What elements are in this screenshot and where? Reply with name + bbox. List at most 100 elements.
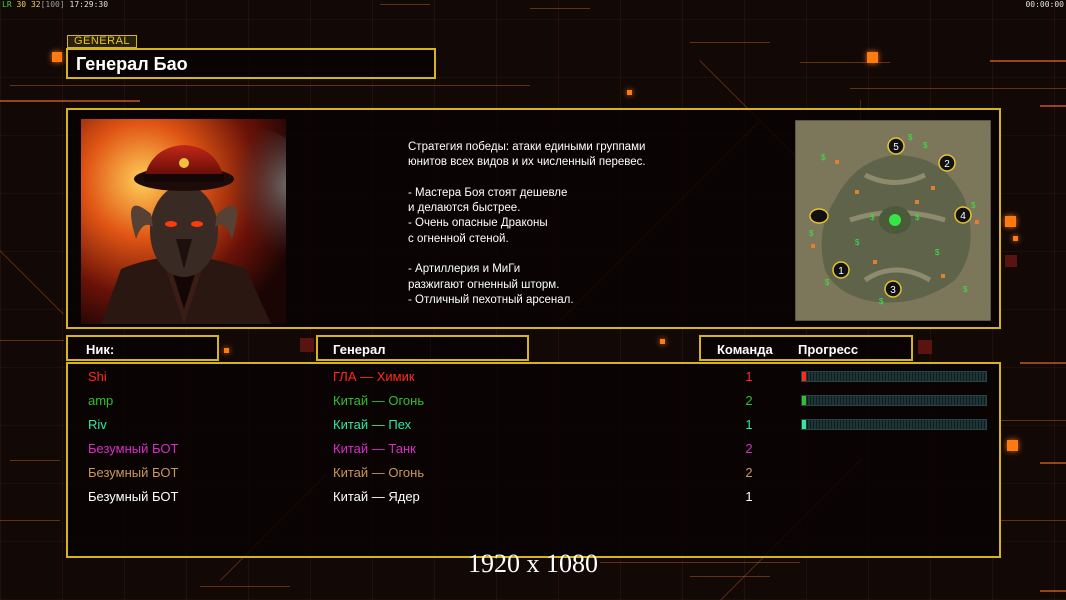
column-header-general-label: Генерал — [333, 342, 386, 357]
player-nick: Безумный БОТ — [88, 489, 179, 504]
deco-line — [1040, 462, 1066, 464]
player-nick: Безумный БОТ — [88, 465, 179, 480]
deco-square — [1005, 255, 1017, 267]
svg-text:$: $ — [923, 141, 928, 150]
player-progress-fill — [802, 396, 806, 405]
svg-text:$: $ — [908, 133, 913, 142]
hud-fps-secondary: 32 — [30, 0, 41, 9]
deco-line — [1040, 590, 1066, 592]
player-nick: Riv — [88, 417, 107, 432]
player-progress-bar — [801, 371, 987, 382]
player-nick: amp — [88, 393, 114, 408]
deco-square — [52, 52, 62, 62]
general-tag: GENERAL — [67, 35, 137, 48]
deco-square — [627, 90, 632, 95]
deco-line — [200, 586, 290, 587]
player-row: Безумный БОТ Китай — Танк 2 — [68, 439, 999, 463]
deco-line — [10, 85, 530, 86]
deco-line — [380, 4, 430, 5]
deco-square — [1013, 236, 1018, 241]
deco-line — [0, 340, 64, 341]
player-team: 1 — [745, 489, 753, 504]
minimap: 5 2 4 1 3 $ $ $ $ $ $ $ $ $ $ $ $ — [795, 120, 991, 321]
player-general: Китай — Огонь — [333, 393, 425, 408]
start-position-5: 5 — [887, 137, 905, 155]
deco-square — [867, 52, 878, 63]
player-team: 2 — [745, 465, 753, 480]
deco-square — [300, 338, 314, 352]
player-team: 1 — [745, 417, 753, 432]
player-team: 1 — [745, 369, 753, 384]
column-header-general: Генерал — [316, 335, 529, 361]
svg-text:5: 5 — [893, 142, 899, 153]
deco-square — [1007, 440, 1018, 451]
player-nick: Shi — [88, 369, 107, 384]
general-name: Генерал Бао — [76, 54, 188, 74]
svg-text:$: $ — [915, 213, 920, 222]
minimap-image: 5 2 4 1 3 $ $ $ $$ $ $$$ $$$ — [795, 120, 991, 321]
svg-text:3: 3 — [890, 285, 896, 296]
start-position-3: 3 — [884, 280, 902, 298]
deco-line — [1020, 362, 1066, 364]
svg-text:$: $ — [935, 248, 940, 257]
player-team: 2 — [745, 441, 753, 456]
general-title-box: Генерал Бао — [66, 48, 436, 79]
player-progress-bar — [801, 395, 987, 406]
svg-text:$: $ — [821, 153, 826, 162]
player-row: Безумный БОТ Китай — Ядер 1 — [68, 487, 999, 511]
player-progress-bar — [801, 419, 987, 430]
svg-text:$: $ — [825, 278, 830, 287]
player-general: Китай — Танк — [333, 441, 416, 456]
deco-line — [1000, 520, 1066, 521]
player-progress-fill — [802, 372, 806, 381]
hud-timer: 00:00:00 — [1025, 0, 1064, 9]
start-position-1: 1 — [832, 261, 850, 279]
column-header-team-progress: Команда Прогресс — [699, 335, 913, 361]
player-team: 2 — [745, 393, 753, 408]
column-header-team-label: Команда — [717, 342, 773, 357]
hud-fps: 30 — [16, 0, 27, 9]
hud-status: LR 30 32[100] 17:29:30 — [2, 0, 108, 9]
deco-line — [0, 100, 140, 102]
deco-line — [0, 520, 60, 521]
svg-text:4: 4 — [960, 211, 966, 222]
svg-text:$: $ — [855, 238, 860, 247]
player-roster: Shi ГЛА — Химик 1 amp Китай — Огонь 2 Riv Китай… — [66, 362, 1001, 558]
deco-square — [1005, 216, 1016, 227]
deco-line — [530, 8, 590, 9]
player-row: Shi ГЛА — Химик 1 — [68, 367, 999, 391]
resolution-label: 1920 x 1080 — [468, 549, 598, 578]
column-header-nick: Ник: — [66, 335, 219, 361]
player-general: ГЛА — Химик — [333, 369, 415, 384]
hud-timer-value: 00:00:00 — [1025, 0, 1064, 9]
player-row: Riv Китай — Пех 1 — [68, 415, 999, 439]
svg-text:2: 2 — [944, 159, 950, 170]
player-progress-fill — [802, 420, 806, 429]
svg-text:$: $ — [879, 297, 884, 306]
general-info-panel: Стратегия победы: атаки едиными группами… — [66, 108, 1001, 329]
svg-text:$: $ — [963, 285, 968, 294]
svg-text:$: $ — [809, 229, 814, 238]
player-general: Китай — Огонь — [333, 465, 425, 480]
player-row: amp Китай — Огонь 2 — [68, 391, 999, 415]
deco-line — [690, 42, 770, 43]
start-position-4: 4 — [954, 206, 972, 224]
deco-square — [224, 348, 229, 353]
hud-prefix: LR — [2, 0, 12, 9]
player-nick: Безумный БОТ — [88, 441, 179, 456]
player-general: Китай — Пех — [333, 417, 412, 432]
minimap-center-unit — [889, 214, 901, 226]
column-header-progress-label: Прогресс — [798, 342, 859, 357]
deco-square — [918, 340, 932, 354]
svg-text:1: 1 — [838, 266, 844, 277]
deco-line — [850, 88, 1066, 89]
hud-clock: 17:29:30 — [69, 0, 109, 9]
player-general: Китай — Ядер — [333, 489, 420, 504]
column-header-nick-label: Ник: — [86, 342, 115, 357]
hud-bracket: [100] — [40, 0, 65, 9]
deco-line — [10, 460, 60, 461]
player-row: Безумный БОТ Китай — Огонь 2 — [68, 463, 999, 487]
general-portrait-image — [81, 119, 286, 324]
deco-square — [660, 339, 665, 344]
start-position-2: 2 — [938, 154, 956, 172]
